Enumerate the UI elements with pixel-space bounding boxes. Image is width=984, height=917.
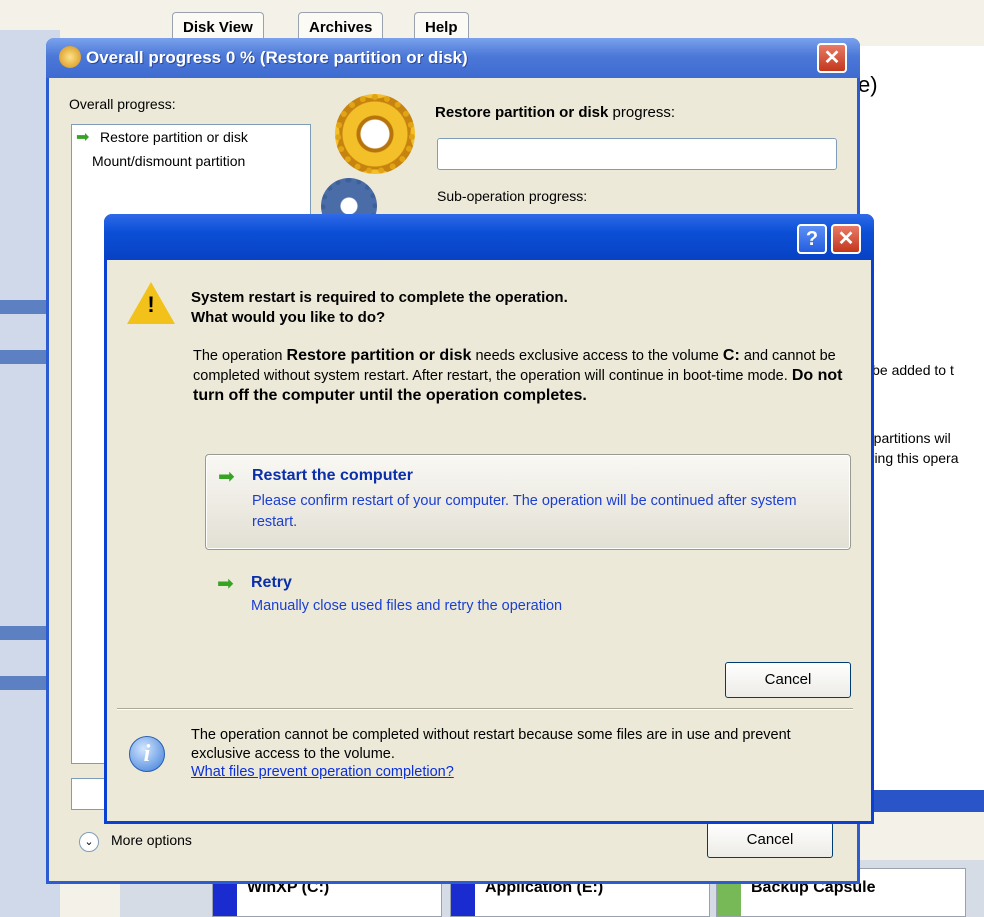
overall-progress-label: Overall progress: xyxy=(69,96,176,112)
app-gear-icon xyxy=(59,46,81,68)
green-arrow-icon: ➡ xyxy=(218,466,235,488)
sub-operation-progress-label: Sub-operation progress: xyxy=(437,188,588,204)
restore-progress-label: Restore partition or disk progress: xyxy=(435,104,676,121)
background-band xyxy=(860,790,984,812)
option-title: Restart the computer xyxy=(252,467,413,484)
background-heading-fragment: e) xyxy=(858,72,878,97)
cancel-button[interactable]: Cancel xyxy=(707,822,833,858)
dialog-heading: System restart is required to complete t… xyxy=(191,289,568,326)
option-description: Please confirm restart of your computer.… xyxy=(252,493,797,530)
warning-mark: ! xyxy=(147,292,155,317)
progress-window-titlebar[interactable]: Overall progress 0 % (Restore partition … xyxy=(46,38,860,78)
background-content-pane xyxy=(858,46,984,806)
progress-window-title: Overall progress 0 % (Restore partition … xyxy=(86,48,468,67)
footer-info-text: The operation cannot be completed withou… xyxy=(191,727,791,762)
help-button[interactable]: ? xyxy=(797,224,827,254)
close-button[interactable]: ✕ xyxy=(817,43,847,73)
list-item: Mount/dismount partition xyxy=(92,153,246,169)
close-button[interactable]: ✕ xyxy=(831,224,861,254)
green-arrow-icon: ➡ xyxy=(217,573,234,595)
current-operation-arrow-icon: ➡ xyxy=(76,129,90,146)
divider xyxy=(117,708,853,710)
cancel-button[interactable]: Cancel xyxy=(725,662,851,698)
files-in-use-link[interactable]: What files prevent operation completion? xyxy=(191,764,454,780)
info-icon: i xyxy=(129,736,165,772)
retry-option[interactable]: ➡ Retry Manually close used files and re… xyxy=(205,570,851,630)
restart-dialog: ? ✕ ! System restart is required to comp… xyxy=(104,214,874,824)
background-text-fragment: ll be added to t xyxy=(862,362,954,378)
dialog-message: The operation Restore partition or disk … xyxy=(193,347,843,404)
option-title: Retry xyxy=(251,574,292,591)
dialog-titlebar[interactable] xyxy=(104,214,874,260)
option-description: Manually close used files and retry the … xyxy=(251,598,563,614)
list-item: Restore partition or disk xyxy=(100,129,248,145)
restore-progress-bar xyxy=(437,138,837,170)
background-text-fragment: uring this opera xyxy=(862,450,959,466)
expand-chevron-icon[interactable]: ⌄ xyxy=(79,832,99,852)
more-options-link[interactable]: More options xyxy=(111,832,192,848)
gear-icon xyxy=(335,94,415,174)
restart-computer-option[interactable]: ➡ Restart the computer Please confirm re… xyxy=(205,454,851,550)
background-text-fragment: e partitions wil xyxy=(862,430,951,446)
